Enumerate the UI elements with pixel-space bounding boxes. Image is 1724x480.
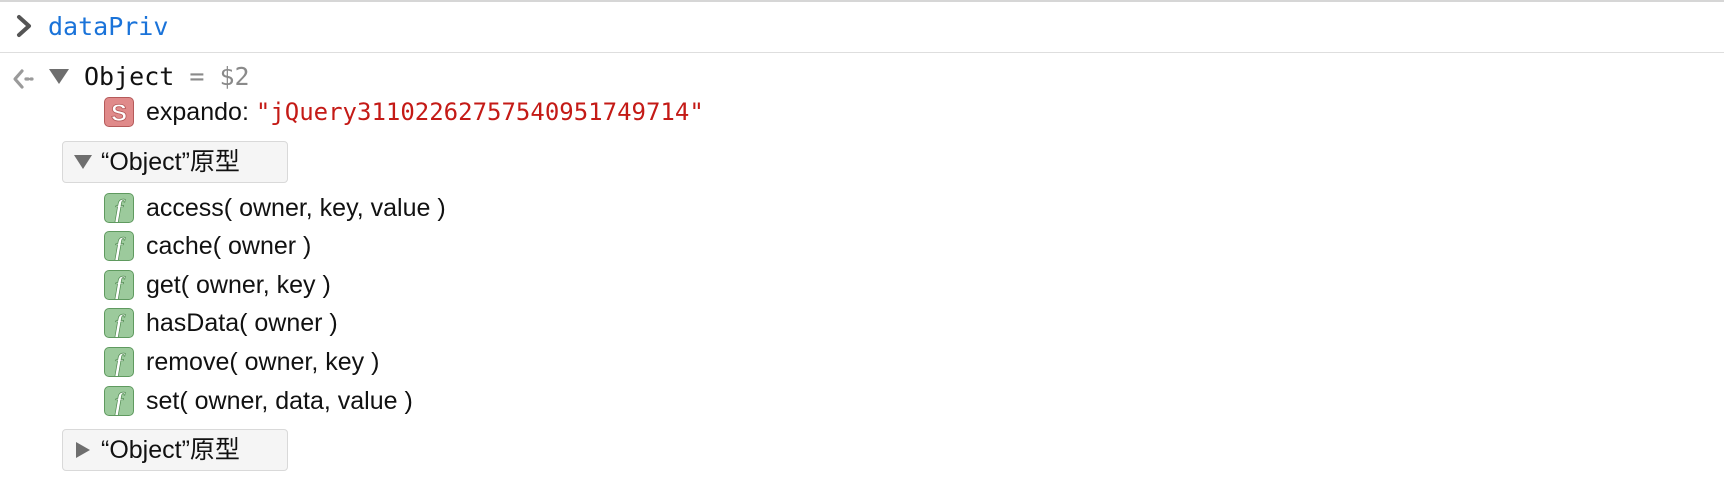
property-name: expando: [146, 98, 242, 126]
svg-text:f: f: [115, 350, 126, 376]
prototype-toggle-collapsed[interactable]: “Object”原型: [62, 429, 288, 471]
function-badge-icon: f: [104, 386, 134, 416]
method-row-access[interactable]: access( owner, key, value ): [146, 189, 446, 227]
method-row-set[interactable]: set( owner, data, value ): [146, 382, 413, 420]
object-var-name: $2: [219, 62, 250, 91]
function-badge-icon: f: [104, 308, 134, 338]
expand-triangle-icon: [73, 153, 93, 171]
property-string-value: "jQuery31102262757540951749714": [255, 98, 704, 126]
svg-text:f: f: [115, 389, 126, 415]
method-signature: remove( owner, key ): [146, 348, 380, 376]
console-command-text: dataPriv: [48, 12, 169, 41]
object-type-name: Object: [84, 62, 175, 91]
svg-text:f: f: [115, 234, 126, 260]
function-badge-icon: f: [104, 231, 134, 261]
method-signature: cache( owner ): [146, 232, 312, 260]
expand-triangle-icon[interactable]: [48, 66, 69, 86]
collapsed-triangle-icon: [73, 441, 93, 459]
property-separator: :: [241, 98, 249, 126]
method-row-get[interactable]: get( owner, key ): [146, 266, 331, 304]
svg-text:f: f: [115, 273, 126, 299]
object-summary[interactable]: Object = $2: [84, 60, 250, 94]
method-signature: get( owner, key ): [146, 271, 331, 299]
method-row-hasdata[interactable]: hasData( owner ): [146, 304, 338, 342]
svg-text:f: f: [115, 311, 126, 337]
method-signature: access( owner, key, value ): [146, 194, 446, 222]
string-badge-icon: S: [104, 97, 134, 127]
console-panel: dataPriv Object = $2 S expando: "jQuery3…: [0, 0, 1724, 480]
method-signature: set( owner, data, value ): [146, 387, 413, 415]
prototype-label: “Object”原型: [101, 148, 240, 176]
prototype-label: “Object”原型: [101, 436, 240, 464]
function-badge-icon: f: [104, 270, 134, 300]
svg-text:S: S: [111, 100, 127, 126]
svg-text:f: f: [115, 196, 126, 222]
property-row-expando[interactable]: expando: "jQuery31102262757540951749714": [146, 93, 704, 131]
method-signature: hasData( owner ): [146, 309, 338, 337]
console-input-row[interactable]: dataPriv: [0, 2, 1724, 53]
object-equals-sign: =: [189, 62, 205, 91]
chevron-right-icon: [14, 12, 36, 40]
back-arrow-icon: [12, 66, 40, 92]
function-badge-icon: f: [104, 347, 134, 377]
method-row-cache[interactable]: cache( owner ): [146, 227, 311, 265]
method-row-remove[interactable]: remove( owner, key ): [146, 343, 379, 381]
function-badge-icon: f: [104, 193, 134, 223]
prototype-toggle-expanded[interactable]: “Object”原型: [62, 141, 288, 183]
